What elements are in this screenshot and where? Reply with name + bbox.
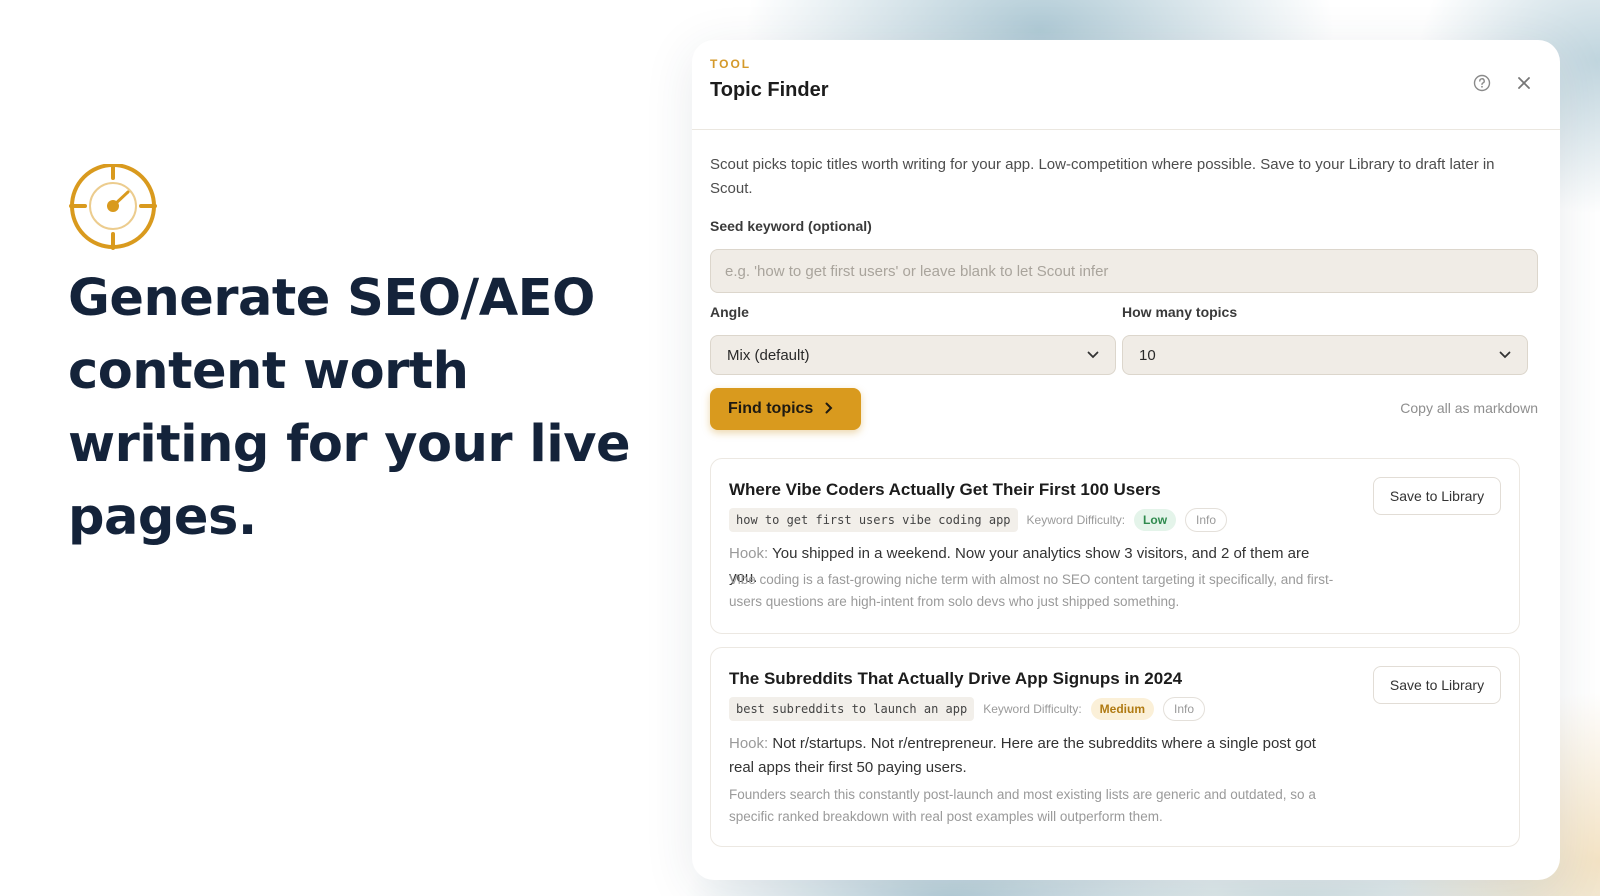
difficulty-label: Keyword Difficulty: [1026,513,1126,527]
tool-description: Scout picks topic titles worth writing f… [710,156,1495,197]
keyword-chip: how to get first users vibe coding app [729,508,1018,532]
difficulty-badge: Medium [1090,698,1155,720]
topic-hook: Hook: Not r/startups. Not r/entrepreneur… [729,732,1341,780]
modal-title: Topic Finder [710,79,829,101]
chevron-right-icon [825,401,833,417]
chevron-down-icon [1087,348,1099,362]
save-to-library-button[interactable]: Save to Library [1373,477,1501,515]
seed-keyword-input[interactable] [710,249,1538,293]
close-icon[interactable] [1514,73,1534,93]
topic-count-select-value: 10 [1139,346,1156,364]
topic-meta: best subreddits to launch an app Keyword… [729,697,1206,721]
topic-title: The Subreddits That Actually Drive App S… [729,669,1183,688]
target-icon [68,162,158,254]
topic-result-card: The Subreddits That Actually Drive App S… [710,647,1520,847]
modal-header: TOOL Topic Finder [692,40,1560,130]
difficulty-badge: Low [1134,509,1177,531]
find-topics-label: Find topics [728,400,814,417]
modal-eyebrow: TOOL [710,57,752,71]
find-topics-button[interactable]: Find topics [710,388,861,430]
angle-label: Angle [710,304,749,320]
hook-label: Hook: [729,735,769,752]
topic-count-select[interactable]: 10 [1122,335,1528,375]
topic-rationale: Vibe coding is a fast-growing niche term… [729,572,1334,609]
chevron-down-icon [1499,348,1511,362]
hero-title: Generate SEO/AEO content worth writing f… [68,269,631,547]
hook-label: Hook: [729,545,769,562]
info-button[interactable]: Info [1185,508,1228,532]
topic-title: Where Vibe Coders Actually Get Their Fir… [729,480,1161,499]
topic-count-label: How many topics [1122,304,1238,320]
help-circle-icon[interactable] [1472,73,1492,93]
hook-text: Not r/startups. Not r/entrepreneur. Here… [729,735,1316,776]
topic-rationale: Founders search this constantly post-lau… [729,787,1316,824]
topic-result-card: Where Vibe Coders Actually Get Their Fir… [710,458,1520,634]
keyword-chip: best subreddits to launch an app [729,697,975,721]
angle-select[interactable]: Mix (default) [710,335,1116,375]
topic-finder-modal: TOOL Topic Finder Scout picks topic titl… [692,40,1560,880]
save-to-library-button[interactable]: Save to Library [1373,666,1501,704]
topic-meta: how to get first users vibe coding app K… [729,508,1228,532]
copy-markdown-link[interactable]: Copy all as markdown [1400,400,1538,416]
seed-keyword-label: Seed keyword (optional) [710,218,872,234]
info-button[interactable]: Info [1163,697,1206,721]
angle-select-value: Mix (default) [727,346,810,364]
difficulty-label: Keyword Difficulty: [983,702,1082,716]
